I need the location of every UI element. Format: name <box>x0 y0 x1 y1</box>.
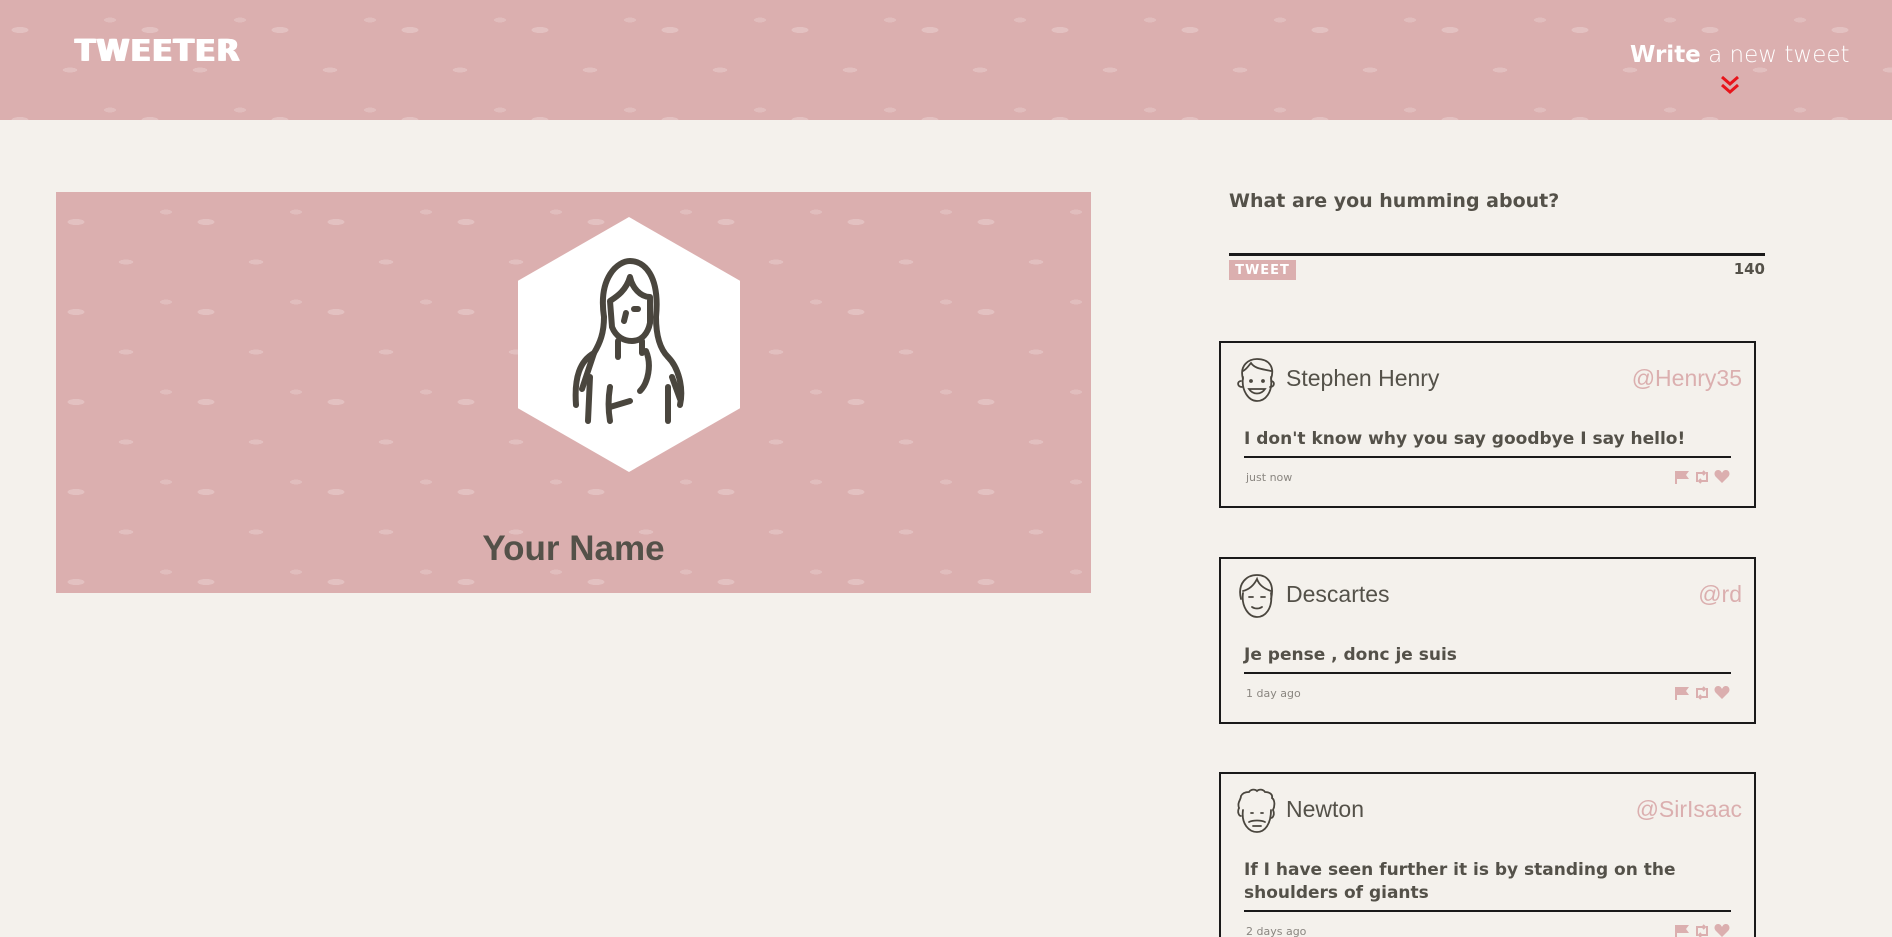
heart-icon[interactable] <box>1714 924 1730 937</box>
tweet-card: Newton @SirIsaac If I have seen further … <box>1219 772 1756 937</box>
tweet-card: Stephen Henry @Henry35 I don't know why … <box>1219 341 1756 508</box>
profile-banner: Your Name <box>56 192 1091 593</box>
double-chevron-down-icon[interactable] <box>1718 74 1742 96</box>
retweet-icon[interactable] <box>1694 924 1710 937</box>
character-counter: 140 <box>1733 260 1765 278</box>
tweet-text: If I have seen further it is by standing… <box>1244 859 1731 912</box>
compose-label: What are you humming about? <box>1229 190 1560 212</box>
flag-icon[interactable] <box>1674 924 1690 937</box>
tweet-text-input[interactable] <box>1229 216 1765 256</box>
top-nav: TWEETER Write a new tweet <box>0 0 1892 120</box>
smiling-man-avatar-icon <box>1237 358 1275 402</box>
tweet-card: Descartes @rd Je pense , donc je suis 1 … <box>1219 557 1756 724</box>
tweet-timestamp: 1 day ago <box>1246 687 1301 700</box>
curly-hair-man-avatar-icon <box>1237 788 1276 833</box>
tweet-author-name: Descartes <box>1286 581 1390 607</box>
tweet-author-handle: @SirIsaac <box>1635 796 1742 822</box>
tweet-author-name: Newton <box>1286 796 1364 822</box>
tweet-text: Je pense , donc je suis <box>1244 644 1731 674</box>
tweet-actions <box>1674 686 1730 700</box>
heart-icon[interactable] <box>1714 470 1730 484</box>
logo[interactable]: TWEETER <box>75 34 241 69</box>
tweet-button[interactable]: TWEET <box>1229 260 1296 280</box>
tweet-author-handle: @Henry35 <box>1631 365 1742 391</box>
profile-name: Your Name <box>482 529 665 568</box>
tweet-timestamp: just now <box>1246 471 1293 484</box>
heart-icon[interactable] <box>1714 686 1730 700</box>
profile-avatar-hexagon <box>518 217 740 472</box>
man-avatar-icon <box>1239 574 1273 618</box>
flag-icon[interactable] <box>1674 470 1690 484</box>
tweet-timestamp: 2 days ago <box>1246 925 1307 937</box>
tweet-actions <box>1674 470 1730 484</box>
write-word: Write <box>1630 42 1701 68</box>
a-new-tweet-text: a new tweet <box>1700 42 1850 68</box>
woman-avatar-icon <box>572 258 685 424</box>
flag-icon[interactable] <box>1674 686 1690 700</box>
tweet-author-handle: @rd <box>1698 581 1742 607</box>
retweet-icon[interactable] <box>1694 686 1710 700</box>
write-new-tweet-label[interactable]: Write a new tweet <box>1630 42 1850 68</box>
retweet-icon[interactable] <box>1694 470 1710 484</box>
tweet-actions <box>1674 924 1730 937</box>
compose-tweet-form: What are you humming about? TWEET 140 <box>1229 190 1765 280</box>
tweet-author-name: Stephen Henry <box>1286 365 1440 391</box>
tweet-text: I don't know why you say goodbye I say h… <box>1244 428 1731 458</box>
write-new-tweet-toggle[interactable]: Write a new tweet <box>1630 42 1850 96</box>
